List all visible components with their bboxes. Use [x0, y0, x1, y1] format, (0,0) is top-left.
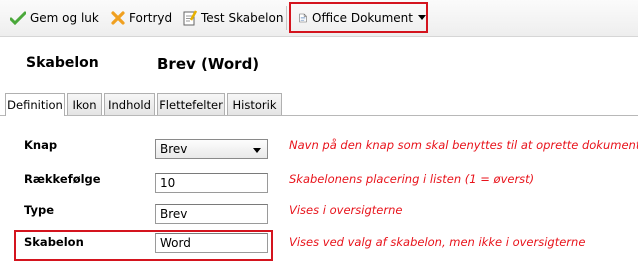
type-help: Vises i oversigterne — [289, 203, 403, 217]
type-value: Brev — [160, 207, 188, 221]
document-pencil-icon — [183, 10, 197, 26]
chevron-down-icon — [418, 15, 426, 20]
office-document-label: Office Dokument — [312, 10, 413, 25]
knap-label: Knap — [24, 138, 58, 152]
tab-ikon[interactable]: Ikon — [67, 93, 102, 115]
tab-definition[interactable]: Definition — [5, 93, 65, 116]
tab-flettefelter[interactable]: Flettefelter — [157, 93, 225, 115]
toolbar: Gem og luk Fortryd Test Skabelon Office … — [0, 0, 638, 37]
chevron-down-icon — [253, 148, 261, 153]
checkmark-icon — [10, 11, 26, 25]
tabs-divider — [0, 115, 638, 116]
knap-help: Navn på den knap som skal benyttes til a… — [289, 138, 638, 152]
tab-definition-label: Definition — [7, 98, 63, 112]
tab-historik-label: Historik — [232, 97, 277, 112]
type-label: Type — [24, 203, 55, 217]
skabelon-help: Vises ved valg af skabelon, men ikke i o… — [289, 235, 586, 249]
template-title-label: Skabelon — [26, 55, 99, 71]
save-close-button[interactable]: Gem og luk — [10, 9, 99, 27]
skabelon-input[interactable]: Word — [155, 233, 268, 253]
type-input[interactable]: Brev — [155, 204, 268, 224]
cancel-x-icon — [111, 11, 125, 25]
skabelon-value: Word — [160, 236, 191, 250]
cancel-label: Fortryd — [129, 11, 173, 25]
raekkefolge-help: Skabelonens placering i listen (1 = øver… — [289, 172, 535, 186]
tab-indhold-label: Indhold — [108, 97, 151, 112]
save-close-label: Gem og luk — [30, 11, 99, 25]
test-template-button[interactable]: Test Skabelon — [183, 9, 283, 27]
tab-historik[interactable]: Historik — [227, 93, 282, 115]
document-icon — [299, 13, 307, 22]
test-template-label: Test Skabelon — [201, 11, 284, 25]
cancel-button[interactable]: Fortryd — [111, 9, 172, 27]
toolbar-divider — [286, 6, 287, 30]
skabelon-label: Skabelon — [24, 235, 84, 249]
raekkefolge-value: 10 — [160, 176, 176, 190]
raekkefolge-input[interactable]: 10 — [155, 173, 268, 193]
knap-select[interactable]: Brev — [155, 139, 268, 159]
knap-selected-value: Brev — [160, 142, 188, 156]
raekkefolge-label: Rækkefølge — [24, 172, 101, 186]
tab-flettefelter-label: Flettefelter — [159, 97, 223, 112]
tab-ikon-label: Ikon — [72, 97, 97, 112]
tab-indhold[interactable]: Indhold — [104, 93, 155, 115]
office-document-dropdown[interactable]: Office Dokument — [289, 2, 428, 33]
template-title-value: Brev (Word) — [157, 55, 260, 73]
